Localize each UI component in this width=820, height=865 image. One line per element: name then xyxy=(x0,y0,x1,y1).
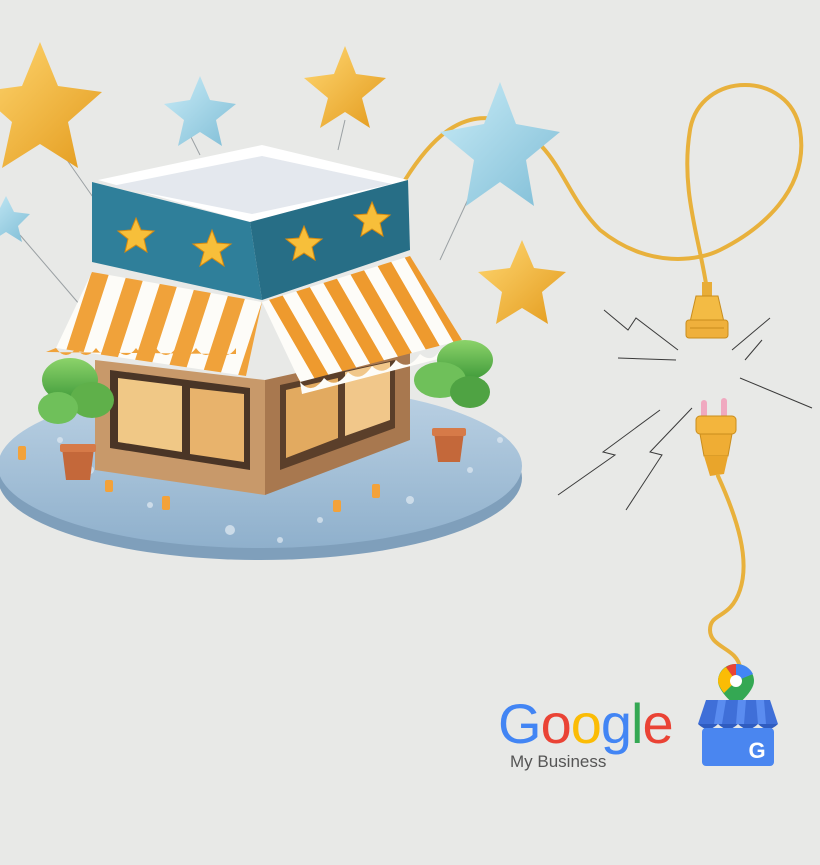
google-my-business-logo: Google My Business xyxy=(498,694,698,772)
star-icon xyxy=(0,42,102,168)
wordmark-letter: g xyxy=(600,692,632,755)
power-socket-icon xyxy=(685,282,729,339)
power-cable xyxy=(707,474,746,670)
store-icon: G xyxy=(698,664,778,766)
star-icon xyxy=(0,196,30,242)
star-icon xyxy=(164,76,236,146)
wordmark-letter: o xyxy=(570,692,602,755)
map-pin-icon xyxy=(718,664,754,706)
google-wordmark: Google xyxy=(498,694,698,754)
star-icon xyxy=(304,46,386,128)
spark-lines xyxy=(557,309,813,511)
wordmark-letter: l xyxy=(631,692,643,755)
store-icon-letter: G xyxy=(748,738,765,763)
power-plug-icon xyxy=(695,398,737,476)
power-cable xyxy=(403,83,804,292)
wordmark-letter: e xyxy=(642,692,673,755)
brand-subtitle: My Business xyxy=(510,752,607,771)
wordmark-letter: G xyxy=(498,692,542,755)
wordmark-letter: o xyxy=(540,692,572,755)
star-icon xyxy=(440,82,560,206)
star-icon xyxy=(478,240,566,324)
